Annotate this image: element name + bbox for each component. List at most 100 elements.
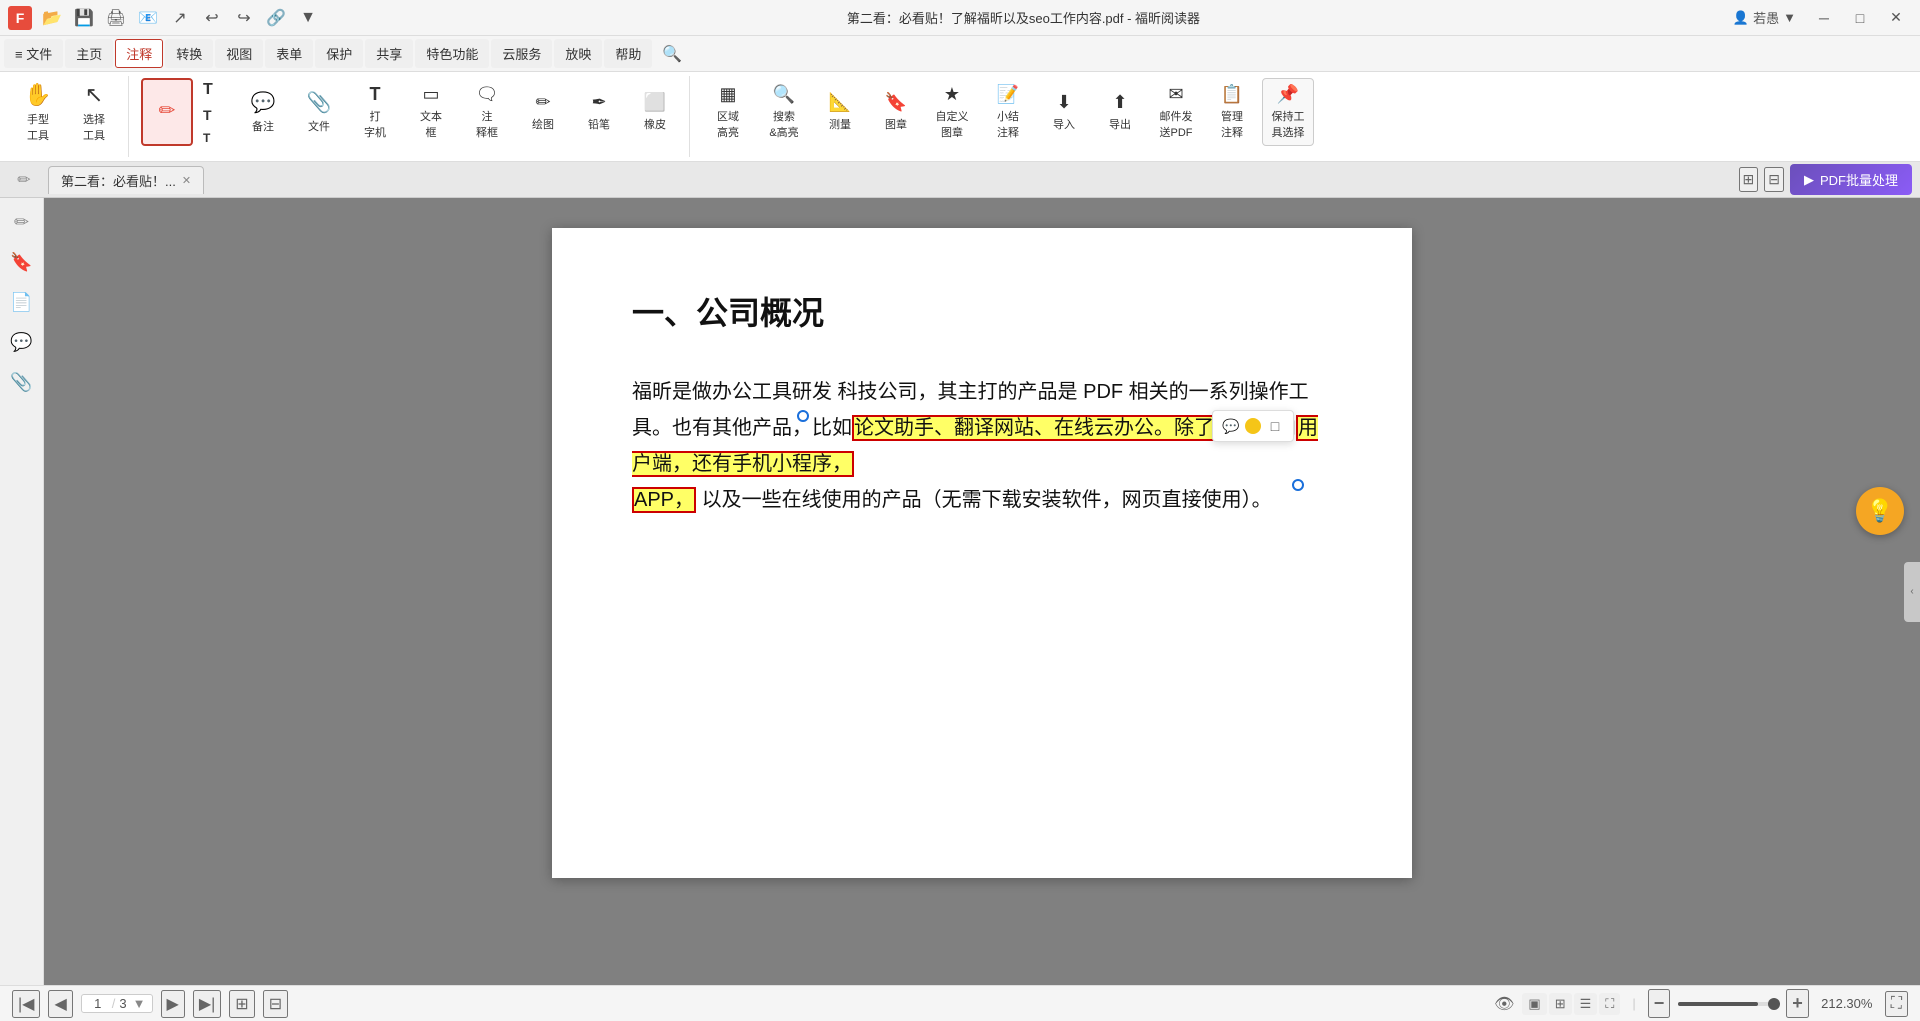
sidebar-attach-icon[interactable]: 📎 [6, 366, 38, 398]
ribbon-textbox-btn[interactable]: ▭ 文本框 [405, 78, 457, 146]
ribbon-typewriter-btn[interactable]: T 打字机 [349, 78, 401, 146]
ribbon-eraser-btn[interactable]: ⬜ 橡皮 [629, 78, 681, 146]
ribbon-email-pdf-btn[interactable]: ✉ 邮件发送PDF [1150, 78, 1202, 146]
tab-sidebar-pencil[interactable]: ✏ [8, 164, 40, 196]
ribbon-measure-btn[interactable]: 📐 测量 [814, 78, 866, 146]
menu-form[interactable]: 表单 [265, 39, 313, 68]
ribbon-draw-btn[interactable]: ✏ 绘图 [517, 78, 569, 146]
view-full-btn[interactable]: ⛶ [1599, 993, 1620, 1015]
callout-icon: 🗨 [476, 84, 499, 105]
highlight-icon: ✏ [159, 98, 176, 123]
float-color-circle[interactable] [1245, 418, 1261, 434]
fullscreen-btn[interactable]: ⛶ [1885, 991, 1908, 1017]
light-bulb-btn[interactable]: 💡 [1856, 487, 1904, 535]
current-page[interactable]: 1 [88, 996, 108, 1011]
ribbon-area-highlight-btn[interactable]: ▦ 区域高亮 [702, 78, 754, 146]
tab-label: 第二看：必看贴！... [61, 171, 176, 190]
menu-annotation[interactable]: 注释 [115, 39, 163, 68]
ribbon-text-btn1[interactable]: T [197, 78, 233, 102]
sidebar-pencil-icon[interactable]: ✏ [6, 206, 38, 238]
ribbon-attach-btn[interactable]: 📎 文件 [293, 78, 345, 146]
ribbon-keep-tool-btn[interactable]: 📌 保持工具选择 [1262, 78, 1314, 146]
zoom-in-btn[interactable]: + [1786, 989, 1809, 1018]
ribbon-summary-btn[interactable]: 📝 小结注释 [982, 78, 1034, 146]
ribbon-manage-btn[interactable]: 📋 管理注释 [1206, 78, 1258, 146]
ribbon-search-highlight-btn[interactable]: 🔍 搜索&高亮 [758, 78, 810, 146]
share-btn[interactable]: 🔗 [262, 4, 290, 32]
menu-protect[interactable]: 保护 [315, 39, 363, 68]
ribbon-callout-btn[interactable]: 🗨 注释框 [461, 78, 513, 146]
sidebar-comment-icon[interactable]: 💬 [6, 326, 38, 358]
eye-icon[interactable]: 👁 [1494, 994, 1514, 1014]
prev-page-btn[interactable]: ◀ [48, 990, 72, 1018]
next-page-btn[interactable]: ▶ [161, 990, 185, 1018]
panel-view-btn1[interactable]: ⊞ [1739, 167, 1759, 192]
float-comment-btn[interactable]: 💬 [1219, 414, 1243, 438]
ribbon-export-btn[interactable]: ⬆ 导出 [1094, 78, 1146, 146]
page-select: 1 / 3 ▼ [81, 994, 153, 1013]
zoom-out-btn[interactable]: − [1648, 989, 1671, 1018]
menu-home[interactable]: 主页 [65, 39, 113, 68]
select-icon: ↖ [85, 82, 103, 108]
dropdown-btn[interactable]: ▼ [294, 4, 322, 32]
split-layout-btn[interactable]: ⊟ [263, 990, 288, 1018]
menu-file[interactable]: ≡ 文件 [4, 39, 63, 68]
open-btn[interactable]: 📂 [38, 4, 66, 32]
print-btn[interactable]: 🖨 [102, 4, 130, 32]
view-double-btn[interactable]: ⊞ [1549, 993, 1572, 1015]
email-pdf-icon: ✉ [1168, 84, 1183, 105]
user-btn[interactable]: 👤 若愚 ▼ [1725, 6, 1804, 29]
menu-features[interactable]: 特色功能 [415, 39, 489, 68]
ribbon-hand-btn[interactable]: ✋ 手型工具 [12, 78, 64, 146]
export-btn[interactable]: ↗ [166, 4, 194, 32]
menu-cloud[interactable]: 云服务 [491, 39, 552, 68]
zoom-thumb[interactable] [1768, 998, 1780, 1010]
total-pages: 3 [119, 996, 126, 1011]
menu-help[interactable]: 帮助 [604, 39, 652, 68]
redo-btn[interactable]: ↪ [230, 4, 258, 32]
menu-share[interactable]: 共享 [365, 39, 413, 68]
pdf-batch-btn[interactable]: ▶ PDF批量处理 [1790, 164, 1912, 195]
svg-text:F: F [16, 10, 25, 26]
panel-view-btn2[interactable]: ⊟ [1764, 167, 1784, 192]
pdf-batch-icon: ▶ [1804, 172, 1814, 188]
search-btn[interactable]: 🔍 [658, 40, 686, 68]
ribbon-highlight-btn[interactable]: ✏ [141, 78, 193, 146]
ribbon-group-annotation: ✏ T T T 💬 备注 📎 文件 T 打字机 ▭ 文本框 [137, 76, 690, 157]
close-btn[interactable]: ✕ [1880, 4, 1912, 32]
view-single-btn[interactable]: ▣ [1522, 993, 1546, 1015]
collapse-btn[interactable]: ‹ [1904, 562, 1920, 622]
view-continuous-btn[interactable]: ☰ [1574, 993, 1598, 1015]
copy-layout-btn[interactable]: ⊞ [229, 990, 254, 1018]
email-btn[interactable]: 📧 [134, 4, 162, 32]
tab-close-btn[interactable]: ✕ [182, 174, 191, 187]
save-btn[interactable]: 💾 [70, 4, 98, 32]
ribbon-select-btn[interactable]: ↖ 选择工具 [68, 78, 120, 146]
selection-handle-bottom[interactable] [1292, 479, 1304, 491]
ribbon-custom-stamp-btn[interactable]: ★ 自定义图章 [926, 78, 978, 146]
pdf-batch-label: PDF批量处理 [1820, 170, 1898, 189]
sidebar-bookmark-icon[interactable]: 🔖 [6, 246, 38, 278]
ribbon-import-btn[interactable]: ⬇ 导入 [1038, 78, 1090, 146]
float-square-btn[interactable]: □ [1263, 414, 1287, 438]
pdf-heading: 一、公司概况 [632, 288, 1332, 334]
minimize-btn[interactable]: ─ [1808, 4, 1840, 32]
ribbon-text-btn3[interactable]: T [197, 128, 233, 148]
tab-item-main[interactable]: 第二看：必看贴！... ✕ [48, 166, 204, 194]
menu-convert[interactable]: 转换 [165, 39, 213, 68]
ribbon-text-btn2[interactable]: T [197, 104, 233, 126]
ribbon-stamp-btn[interactable]: 🔖 图章 [870, 78, 922, 146]
menu-view[interactable]: 视图 [215, 39, 263, 68]
ribbon-pencil-btn[interactable]: ✒ 铅笔 [573, 78, 625, 146]
zoom-slider[interactable] [1678, 1002, 1778, 1006]
sidebar-page-icon[interactable]: 📄 [6, 286, 38, 318]
export-label: 导出 [1109, 116, 1131, 132]
page-dropdown-icon[interactable]: ▼ [133, 996, 146, 1011]
pencil-label: 铅笔 [588, 116, 610, 132]
last-page-btn[interactable]: ▶| [193, 990, 221, 1018]
ribbon-note-btn[interactable]: 💬 备注 [237, 78, 289, 146]
maximize-btn[interactable]: □ [1844, 4, 1876, 32]
first-page-btn[interactable]: |◀ [12, 990, 40, 1018]
undo-btn[interactable]: ↩ [198, 4, 226, 32]
menu-present[interactable]: 放映 [554, 39, 602, 68]
